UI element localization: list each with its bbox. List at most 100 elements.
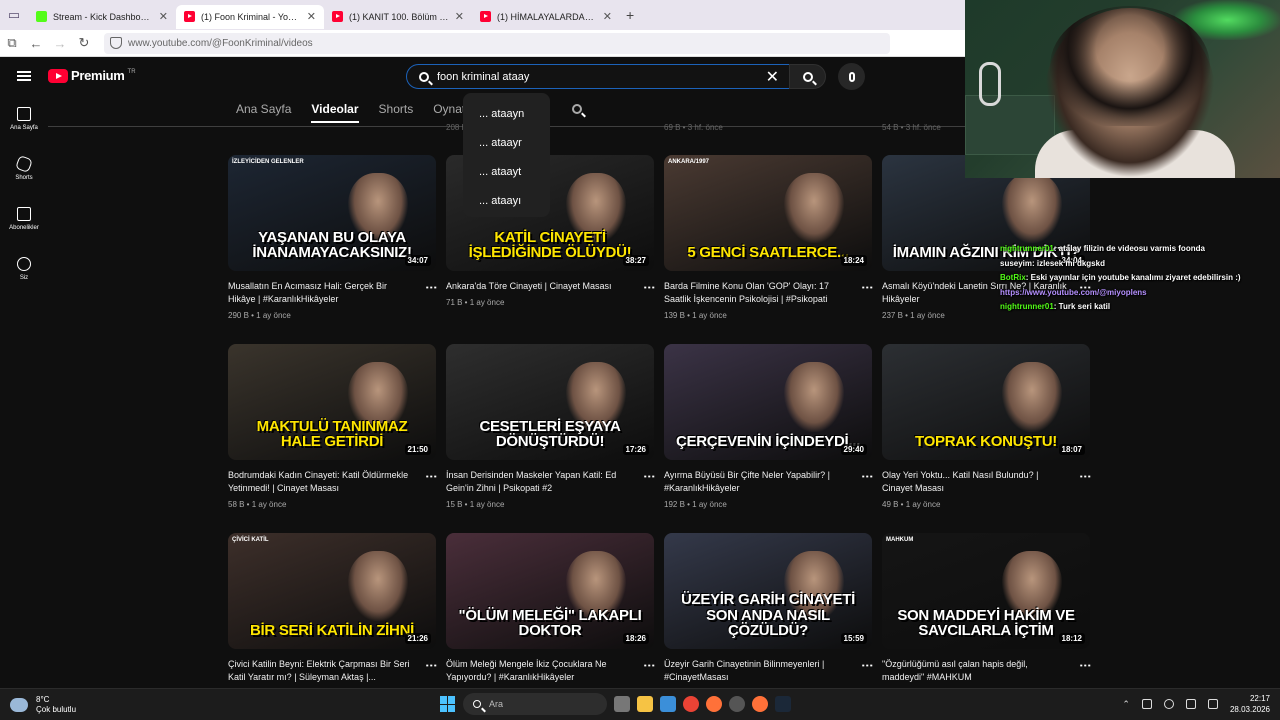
start-icon[interactable]: [440, 696, 456, 712]
video-thumbnail[interactable]: ÇİVİCİ KATİL BİR SERİ KATİLİN ZİHNİ 21:26: [228, 533, 436, 649]
close-tab-icon[interactable]: ✕: [603, 10, 612, 23]
video-title[interactable]: İnsan Derisinden Maskeler Yapan Katil: E…: [446, 469, 634, 495]
video-title[interactable]: Olay Yeri Yoktu... Katil Nasıl Bulundu? …: [882, 469, 1070, 495]
network-icon[interactable]: [1185, 699, 1196, 709]
task-view-icon[interactable]: [614, 696, 630, 712]
video-card[interactable]: ÜZEYİR GARİH CİNAYETİ SON ANDA NASIL ÇÖZ…: [664, 533, 875, 684]
tab-videos[interactable]: Videolar: [311, 102, 359, 123]
video-thumbnail[interactable]: CESETLERİ EŞYAYA DÖNÜŞTÜRDÜ! 17:26: [446, 344, 654, 460]
more-options-icon[interactable]: ⋮: [861, 660, 875, 673]
chrome-icon[interactable]: [683, 696, 699, 712]
sidebar-label: Shorts: [15, 175, 33, 181]
video-thumbnail[interactable]: TOPRAK KONUŞTU! 18:07: [882, 344, 1090, 460]
video-card[interactable]: MAHKUM SON MADDEYİ HAKİM VE SAVCILARLA İÇ…: [882, 533, 1093, 684]
video-title[interactable]: Çivici Katilin Beyni: Elektrik Çarpması …: [228, 658, 416, 684]
video-card[interactable]: İZLEYİCİDEN GELENLER YAŞANAN BU OLAYA İNA…: [228, 155, 439, 320]
address-bar[interactable]: www.youtube.com/@FoonKriminal/videos: [104, 32, 890, 54]
search-button[interactable]: [789, 64, 826, 89]
back-icon[interactable]: ←: [24, 36, 48, 51]
firefox-icon[interactable]: [706, 696, 722, 712]
video-card[interactable]: CESETLERİ EŞYAYA DÖNÜŞTÜRDÜ! 17:26 İnsan D…: [446, 344, 657, 509]
obs-icon[interactable]: [729, 696, 745, 712]
more-options-icon[interactable]: ⋮: [1079, 660, 1093, 673]
video-title[interactable]: Musallatın En Acımasız Hali: Gerçek Bir …: [228, 280, 416, 306]
sidebar-toggle-icon[interactable]: ⧉: [0, 35, 24, 51]
file-explorer-icon[interactable]: [637, 696, 653, 712]
video-card[interactable]: ÇİVİCİ KATİL BİR SERİ KATİLİN ZİHNİ 21:26 Ç…: [228, 533, 439, 684]
video-thumbnail[interactable]: ANKARA/1997 5 GENCİ SAATLERCE... 18:24: [664, 155, 872, 271]
video-thumbnail[interactable]: MAKTULÜ TANINMAZ HALE GETİRDİ 21:50: [228, 344, 436, 460]
more-options-icon[interactable]: ⋮: [425, 282, 439, 295]
video-card[interactable]: "ÖLÜM MELEĞİ" LAKAPLI DOKTOR 18:26 Ölüm Me…: [446, 533, 657, 684]
more-options-icon[interactable]: ⋮: [861, 471, 875, 484]
forward-icon[interactable]: →: [48, 36, 72, 51]
tab-home[interactable]: Ana Sayfa: [236, 102, 291, 121]
video-title[interactable]: Bodrumdaki Kadın Cinayeti: Katil Öldürme…: [228, 469, 416, 495]
more-options-icon[interactable]: ⋮: [1079, 471, 1093, 484]
app-tray-icon[interactable]: [1141, 699, 1152, 709]
more-options-icon[interactable]: ⋮: [643, 282, 657, 295]
microphone-tray-icon[interactable]: [1163, 699, 1174, 709]
firefox-active-icon[interactable]: [752, 696, 768, 712]
reload-icon[interactable]: ↻: [72, 35, 96, 51]
youtube-logo[interactable]: Premium TR: [48, 68, 136, 83]
weather-widget[interactable]: 8°C Çok bulutlu: [10, 695, 76, 715]
store-icon[interactable]: [660, 696, 676, 712]
tab-foon-kriminal[interactable]: (1) Foon Kriminal - YouTube ✕: [176, 4, 324, 29]
tab-himalaya[interactable]: (1) HİMALAYALARDAKİ UÇAK KAZASI ✕: [472, 5, 620, 29]
tab-shorts[interactable]: Shorts: [379, 102, 414, 121]
menu-icon[interactable]: [17, 71, 31, 81]
video-card[interactable]: ANKARA/1997 5 GENCİ SAATLERCE... 18:24 Bard…: [664, 155, 875, 320]
video-title[interactable]: Ölüm Meleği Mengele İkiz Çocuklara Ne Ya…: [446, 658, 634, 684]
new-tab-icon[interactable]: +: [626, 7, 634, 23]
video-card[interactable]: MAKTULÜ TANINMAZ HALE GETİRDİ 21:50 Bodrum…: [228, 344, 439, 509]
more-options-icon[interactable]: ⋮: [643, 471, 657, 484]
steam-icon[interactable]: [775, 696, 791, 712]
tab-kick-dashboard[interactable]: Stream - Kick Dashboard ✕: [28, 5, 176, 29]
suggestion-item[interactable]: ... ataayr: [463, 128, 550, 157]
suggestion-item[interactable]: ... ataayı: [463, 186, 550, 215]
video-card[interactable]: TOPRAK KONUŞTU! 18:07 Olay Yeri Yoktu... K…: [882, 344, 1093, 509]
system-tray: ⌃ 22:17 28.03.2026: [1122, 693, 1270, 715]
more-options-icon[interactable]: ⋮: [643, 660, 657, 673]
video-thumbnail[interactable]: İZLEYİCİDEN GELENLER YAŞANAN BU OLAYA İNA…: [228, 155, 436, 271]
video-thumbnail[interactable]: ÜZEYİR GARİH CİNAYETİ SON ANDA NASIL ÇÖZ…: [664, 533, 872, 649]
tab-kanit[interactable]: (1) KANIT 100. Bölüm - Full Bölüm ✕: [324, 5, 472, 29]
sidebar-item-you[interactable]: Siz: [0, 245, 48, 295]
video-title[interactable]: Barda Filmine Konu Olan 'GOP' Olayı: 17 …: [664, 280, 852, 306]
video-title[interactable]: Ankara'da Töre Cinayeti | Cinayet Masası: [446, 280, 634, 293]
tab-overview-icon[interactable]: ▭: [0, 0, 28, 30]
video-title[interactable]: Ayırma Büyüsü Bir Çifte Neler Yapabilir?…: [664, 469, 852, 495]
chevron-up-icon[interactable]: ⌃: [1122, 699, 1130, 710]
volume-icon[interactable]: [1207, 699, 1218, 709]
video-card[interactable]: ÇERÇEVENİN İÇİNDEYDİ... 29:40 Ayırma Büyüs…: [664, 344, 875, 509]
sidebar-item-subscriptions[interactable]: Abonelikler: [0, 195, 48, 245]
tracking-shield-icon[interactable]: [110, 37, 122, 49]
clock[interactable]: 22:17 28.03.2026: [1230, 693, 1270, 715]
video-title[interactable]: Üzeyir Garih Cinayetinin Bilinmeyenleri …: [664, 658, 852, 684]
more-options-icon[interactable]: ⋮: [861, 282, 875, 295]
sidebar-item-home[interactable]: Ana Sayfa: [0, 95, 48, 145]
close-tab-icon[interactable]: ✕: [307, 10, 316, 23]
youtube-favicon-icon: [184, 11, 195, 22]
sidebar-item-shorts[interactable]: Shorts: [0, 145, 48, 195]
video-meta: 15 B • 1 ay önce: [446, 500, 505, 509]
search-value: foon kriminal ataay: [437, 70, 530, 83]
video-title[interactable]: "Özgürlüğümü asıl çalan hapis değil, mad…: [882, 658, 1070, 684]
search-input[interactable]: foon kriminal ataay ✕: [406, 64, 790, 89]
channel-search-button[interactable]: [572, 104, 582, 114]
video-duration: 15:59: [840, 633, 867, 644]
suggestion-item[interactable]: ... ataayt: [463, 157, 550, 186]
video-thumbnail[interactable]: ÇERÇEVENİN İÇİNDEYDİ... 29:40: [664, 344, 872, 460]
logo-text: Premium: [71, 68, 125, 83]
video-thumbnail[interactable]: MAHKUM SON MADDEYİ HAKİM VE SAVCILARLA İÇ…: [882, 533, 1090, 649]
video-thumbnail[interactable]: "ÖLÜM MELEĞİ" LAKAPLI DOKTOR 18:26: [446, 533, 654, 649]
taskbar-search[interactable]: Ara: [463, 693, 607, 715]
close-tab-icon[interactable]: ✕: [159, 10, 168, 23]
close-tab-icon[interactable]: ✕: [455, 10, 464, 23]
voice-search-button[interactable]: [838, 63, 865, 90]
clear-search-icon[interactable]: ✕: [766, 67, 779, 87]
more-options-icon[interactable]: ⋮: [425, 471, 439, 484]
suggestion-item[interactable]: ... ataayn: [463, 99, 550, 128]
more-options-icon[interactable]: ⋮: [425, 660, 439, 673]
